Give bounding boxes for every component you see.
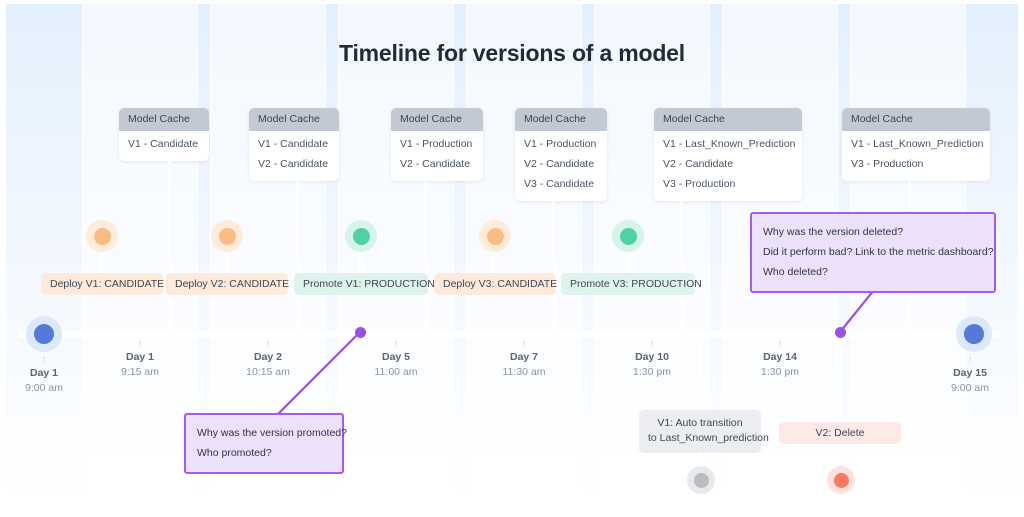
screenshot-root: Timeline for versions of a model Model C… [0,0,1024,517]
annotation-line: Why was the version promoted? [197,427,347,439]
annotation-line: Who promoted? [197,447,272,459]
annotation-line: Did it perform bad? Link to the metric d… [763,246,994,258]
annotation-note-deleted[interactable]: Why was the version deleted? Did it perf… [750,212,996,293]
annotation-line: Why was the version deleted? [763,226,904,238]
annotation-line: Who deleted? [763,266,828,278]
annotation-anchor-dot[interactable] [835,327,846,338]
annotation-anchor-dot[interactable] [355,327,366,338]
leader-line-promoted [277,331,361,415]
timeline-canvas: Timeline for versions of a model Model C… [6,4,1018,501]
annotation-note-promoted[interactable]: Why was the version promoted? Who promot… [184,413,347,474]
leader-line-deleted [839,289,875,333]
